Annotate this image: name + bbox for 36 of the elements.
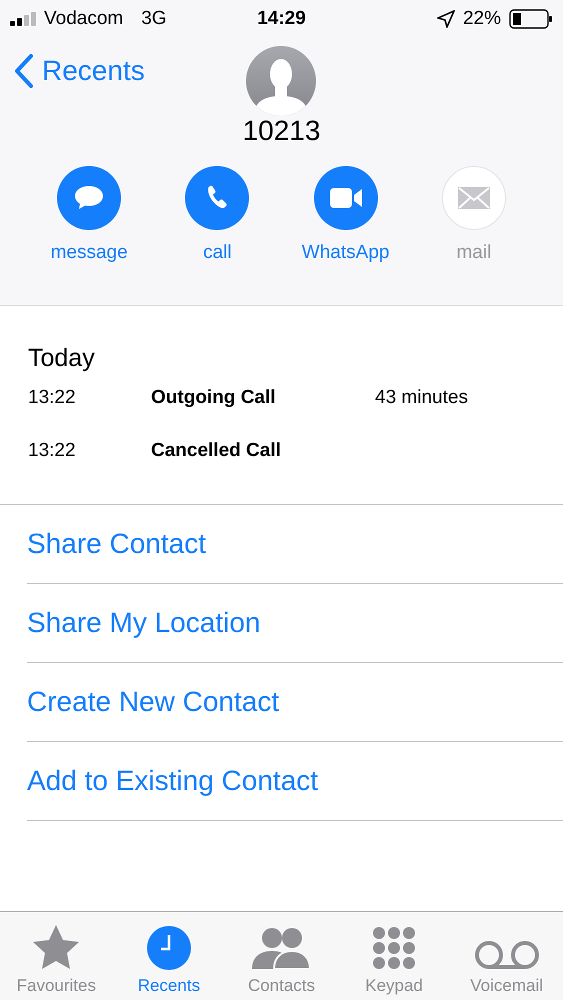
call-time: 13:22 (28, 387, 77, 409)
signal-icon (10, 12, 38, 26)
section-heading: Today (28, 344, 95, 373)
chevron-left-icon (14, 54, 34, 88)
battery-percent: 22% (462, 8, 501, 30)
clock-icon (146, 926, 191, 970)
speech-bubble-icon (73, 184, 106, 212)
keypad-icon (372, 926, 416, 970)
battery-icon (509, 9, 553, 29)
tab-item[interactable]: Contacts (225, 912, 338, 1000)
call-duration: 43 minutes (375, 387, 469, 409)
voicemail-icon (474, 940, 540, 970)
tab-item[interactable]: Favourites (0, 912, 113, 1000)
call-action[interactable]: call (162, 166, 272, 264)
action-link[interactable]: Create New Contact (27, 685, 280, 719)
call-type: Cancelled Call (151, 440, 282, 462)
star-icon (32, 924, 80, 970)
tab-item[interactable]: Voicemail (450, 912, 563, 1000)
message-action[interactable]: message (34, 166, 144, 264)
back-button[interactable]: Recents (14, 54, 145, 88)
location-arrow-icon (436, 10, 455, 28)
tab-item[interactable]: Recents (112, 912, 226, 1000)
envelope-icon (458, 187, 490, 209)
call-time: 13:22 (28, 440, 77, 462)
video-camera-icon (328, 187, 363, 209)
action-link[interactable]: Add to Existing Contact (27, 764, 318, 798)
video-action[interactable]: WhatsApp (290, 166, 401, 264)
tab-item[interactable]: Keypad (338, 912, 450, 1000)
action-link[interactable]: Share Contact (27, 527, 206, 561)
contact-number: 10213 (242, 115, 320, 146)
carrier-name: Vodacom (44, 8, 124, 30)
clock-time: 14:29 (257, 8, 306, 29)
action-link[interactable]: Share My Location (27, 606, 260, 640)
network-type: 3G (141, 8, 167, 30)
call-type: Outgoing Call (151, 387, 277, 409)
avatar-icon (246, 46, 316, 116)
